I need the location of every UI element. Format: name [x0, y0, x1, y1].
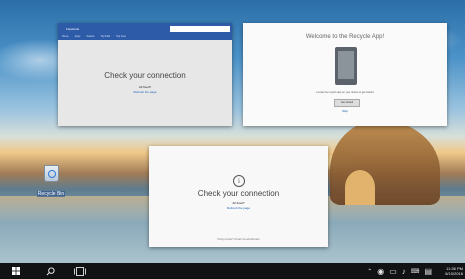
store-error-sub: All fixed?	[138, 85, 152, 89]
clock[interactable]: 11:36 PM 6/10/2016	[437, 266, 463, 276]
get-started-button[interactable]: Get started	[334, 99, 360, 107]
store-tab[interactable]: Top Paid	[100, 34, 110, 40]
search-icon	[46, 266, 55, 275]
store-refresh-link[interactable]: Refresh the page	[58, 90, 232, 94]
chevron-up-icon[interactable]: ⌃	[367, 268, 372, 275]
recycle-bin-label: Recycle Bin	[36, 191, 66, 197]
search-button[interactable]	[40, 263, 60, 279]
taskbar: ⌃ ◉ ▭ ♪ ⌨ ▤ 11:36 PM 6/10/2016	[0, 263, 465, 279]
connection-refresh-link[interactable]: Refresh the page	[149, 206, 328, 210]
battery-icon[interactable]: ▭	[389, 267, 397, 276]
connection-error-title: Check your connection	[197, 189, 280, 198]
wallpaper-rock-arch	[345, 170, 375, 205]
keyboard-icon[interactable]: ⌨	[411, 268, 420, 275]
store-error-panel: Check your connection All fixed? Refresh…	[58, 71, 232, 94]
windows-logo-icon	[12, 267, 20, 275]
info-icon: i	[233, 175, 245, 187]
phone-illustration-icon	[335, 47, 357, 85]
start-button[interactable]	[6, 263, 26, 279]
recycle-welcome-title: Welcome to the Recycle App!	[305, 34, 385, 40]
recycle-bin-shortcut[interactable]: Recycle Bin	[36, 165, 66, 200]
store-titlebar[interactable]: Facebook	[58, 23, 232, 34]
store-tab[interactable]: Home	[62, 34, 69, 40]
recycle-app-window[interactable]: Welcome to the Recycle App! Locate the r…	[243, 23, 447, 126]
connection-footer: Having trouble? Contact the administrato…	[217, 239, 260, 241]
store-tab[interactable]: Games	[86, 34, 94, 40]
system-tray: ⌃ ◉ ▭ ♪ ⌨ ▤ 11:36 PM 6/10/2016	[367, 266, 465, 276]
store-tab[interactable]: Apps	[75, 34, 81, 40]
recycle-bin-icon	[43, 165, 59, 182]
skip-link[interactable]: Skip	[243, 109, 447, 113]
desktop: Facebook Home Apps Games Top Paid Top Fr…	[0, 0, 465, 263]
network-icon[interactable]: ◉	[377, 267, 384, 276]
volume-icon[interactable]: ♪	[402, 267, 406, 276]
store-search-input[interactable]	[170, 25, 230, 32]
store-tab[interactable]: Top Free	[116, 34, 126, 40]
clock-date: 6/10/2016	[445, 271, 463, 276]
recycle-description: Locate the recycle app on your device to…	[316, 91, 374, 94]
store-error-title: Check your connection	[104, 71, 186, 80]
task-view-button[interactable]	[70, 263, 90, 279]
store-window[interactable]: Facebook Home Apps Games Top Paid Top Fr…	[58, 23, 232, 126]
connection-error-sub: All fixed?	[232, 201, 245, 205]
notification-icon[interactable]: ▤	[424, 267, 432, 276]
connection-error-panel: Check your connection All fixed? Refresh…	[149, 189, 328, 210]
connection-error-window[interactable]: i Check your connection All fixed? Refre…	[149, 146, 328, 247]
task-view-icon	[74, 266, 86, 276]
store-window-title: Facebook	[66, 26, 80, 31]
store-tabs: Home Apps Games Top Paid Top Free	[58, 34, 232, 40]
